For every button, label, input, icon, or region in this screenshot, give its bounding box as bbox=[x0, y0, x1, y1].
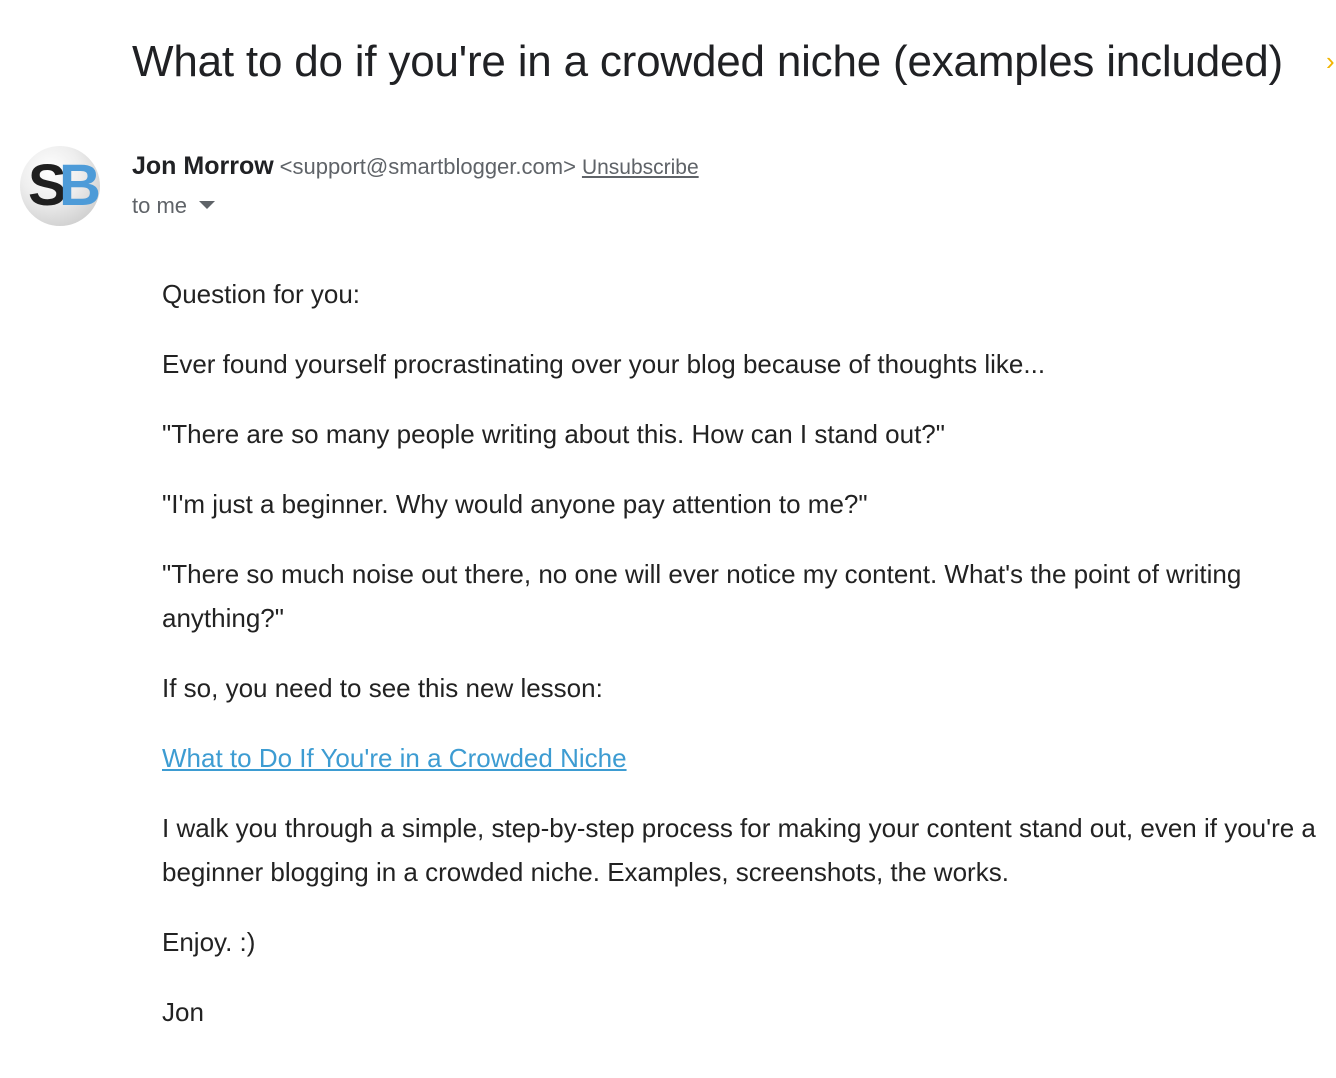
recipient-line: to me bbox=[132, 190, 216, 222]
importance-marker-icon[interactable]: › bbox=[1326, 46, 1336, 76]
body-paragraph: Question for you: bbox=[162, 279, 360, 309]
unsubscribe-link[interactable]: Unsubscribe bbox=[582, 156, 699, 179]
lesson-link-paragraph: What to Do If You're in a Crowded Niche bbox=[162, 736, 1322, 780]
body-paragraph: "There are so many people writing about … bbox=[162, 419, 945, 449]
signature: Jon bbox=[162, 997, 204, 1027]
body-paragraph: Enjoy. :) bbox=[162, 927, 256, 957]
body-paragraph: If so, you need to see this new lesson: bbox=[162, 673, 603, 703]
email-body: Question for you: Ever found yourself pr… bbox=[162, 272, 1322, 1060]
body-paragraph: Ever found yourself procrastinating over… bbox=[162, 349, 1046, 379]
recipient-label: to me bbox=[132, 193, 188, 218]
sender-name[interactable]: Jon Morrow bbox=[132, 152, 274, 180]
avatar-letter-s: S bbox=[28, 153, 67, 218]
sender-line: Jon Morrow <support@smartblogger.com> Unsu… bbox=[132, 150, 699, 182]
body-paragraph: I walk you through a simple, step-by-ste… bbox=[162, 813, 1316, 887]
recipient-details-dropdown-icon[interactable] bbox=[199, 201, 216, 210]
sender-email: <support@smartblogger.com> bbox=[279, 154, 576, 179]
email-subject: What to do if you're in a crowded niche … bbox=[132, 37, 1283, 86]
avatar-letter-b: B bbox=[59, 153, 100, 218]
sender-avatar[interactable]: S B bbox=[20, 146, 100, 226]
body-paragraph: "I'm just a beginner. Why would anyone p… bbox=[162, 489, 868, 519]
lesson-link[interactable]: What to Do If You're in a Crowded Niche bbox=[162, 743, 627, 773]
body-paragraph: "There so much noise out there, no one w… bbox=[162, 559, 1242, 633]
